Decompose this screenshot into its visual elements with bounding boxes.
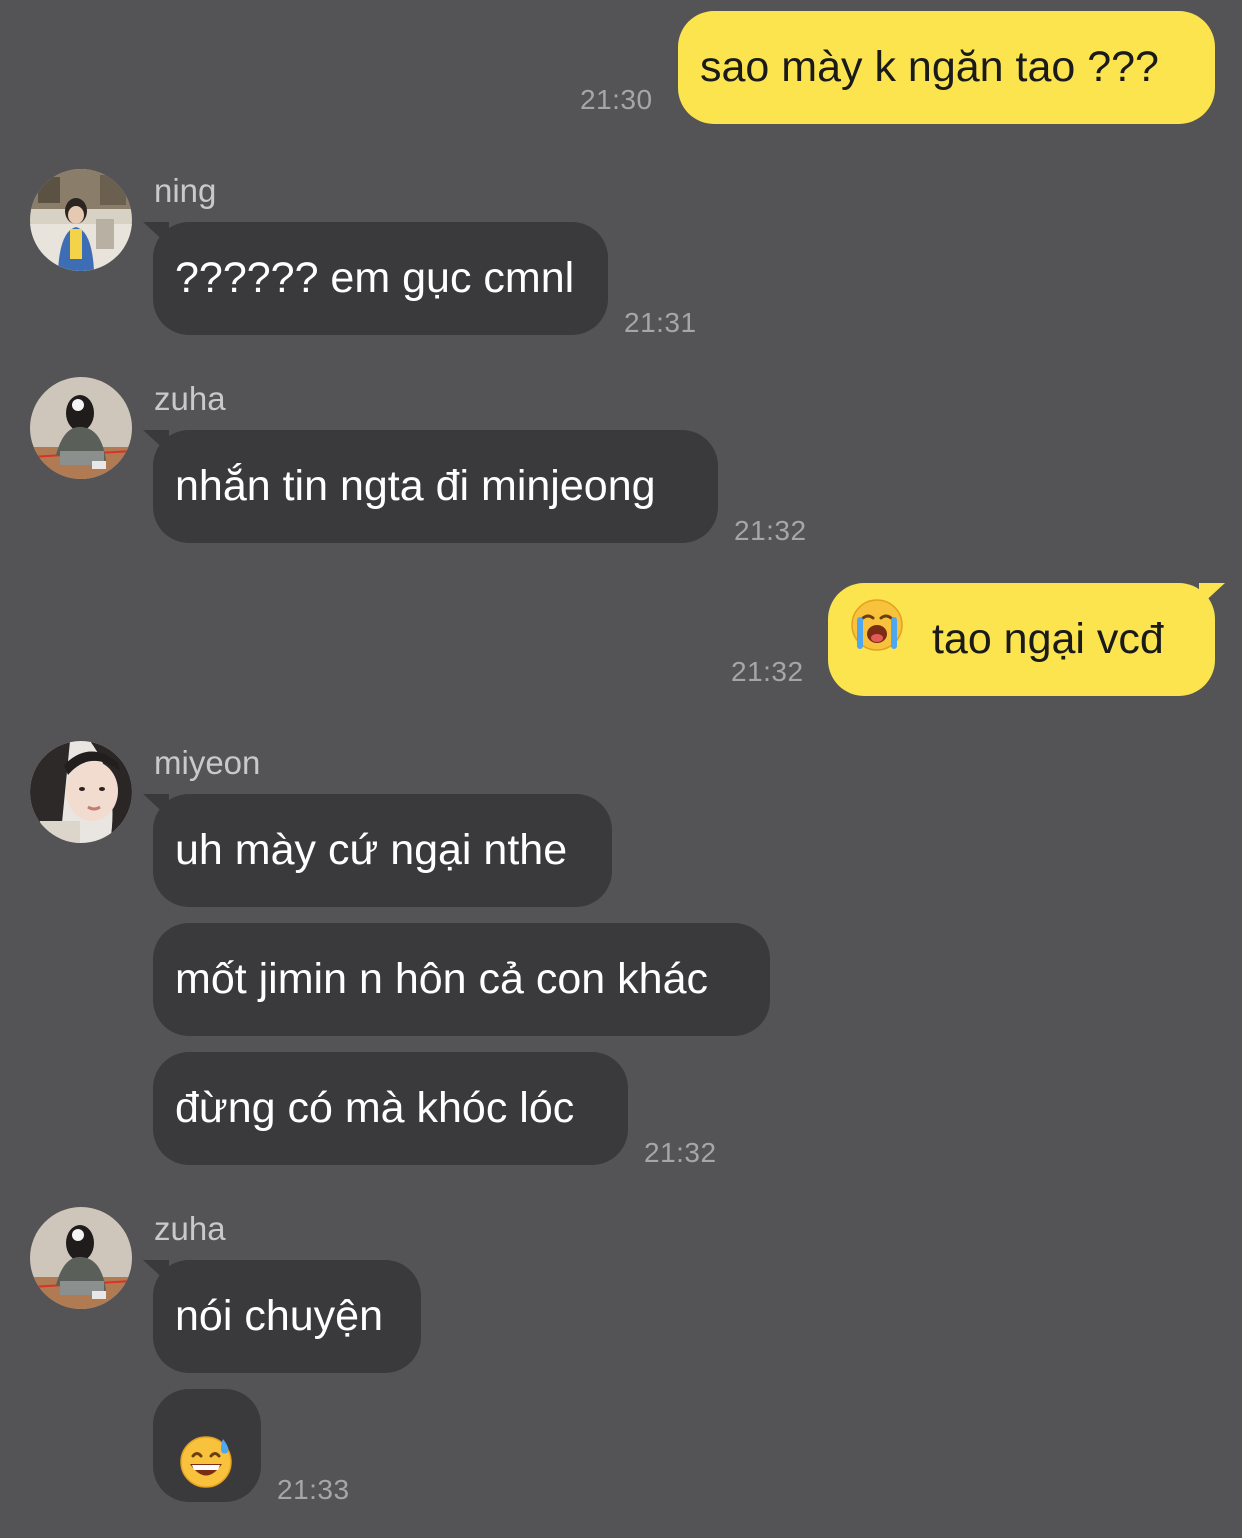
message-text: đừng có mà khóc lóc	[175, 1084, 575, 1132]
message-timestamp: 21:30	[580, 84, 653, 115]
message-text: nói chuyện	[175, 1292, 383, 1340]
message-bubble-received[interactable]: mốt jimin n hôn cả con khác	[153, 923, 770, 1036]
message-timestamp: 21:32	[734, 515, 807, 546]
sender-name: ning	[154, 172, 217, 209]
avatar-ning[interactable]	[30, 169, 132, 271]
bubble-tail	[143, 222, 169, 246]
message-bubble-sent[interactable]: sao mày k ngăn tao ???	[678, 11, 1215, 124]
bubble-tail	[1199, 583, 1225, 607]
message-bubble-received[interactable]: ?????? em gục cmnl	[143, 222, 608, 335]
bubble-tail	[143, 1260, 169, 1284]
avatar-zuha[interactable]	[30, 377, 132, 479]
bubble-tail	[143, 794, 169, 818]
message-timestamp: 21:32	[644, 1137, 717, 1168]
grinning-face-with-sweat-icon	[179, 1419, 233, 1532]
sender-name: miyeon	[154, 744, 261, 781]
avatar-miyeon[interactable]	[30, 741, 132, 843]
bubble-tail	[143, 430, 169, 454]
message-bubble-sent[interactable]: tao ngại vcđ	[828, 582, 1225, 696]
message-text: uh mày cứ ngại nthe	[175, 826, 568, 874]
message-timestamp: 21:33	[277, 1474, 350, 1505]
avatar-zuha[interactable]	[30, 1207, 132, 1309]
message-text: sao mày k ngăn tao ???	[700, 43, 1159, 91]
message-text: mốt jimin n hôn cả con khác	[175, 955, 708, 1003]
sender-name: zuha	[154, 380, 226, 417]
message-bubble-received[interactable]: đừng có mà khóc lóc	[153, 1052, 628, 1165]
message-bubble-received[interactable]: nói chuyện	[143, 1260, 421, 1373]
message-bubble-received[interactable]: uh mày cứ ngại nthe	[143, 794, 612, 907]
message-timestamp: 21:32	[731, 656, 804, 687]
message-text: tao ngại vcđ	[931, 615, 1164, 663]
message-timestamp: 21:31	[624, 307, 697, 338]
message-text: nhắn tin ngta đi minjeong	[175, 462, 656, 510]
sender-name: zuha	[154, 1210, 226, 1247]
loudly-crying-face-icon	[850, 582, 904, 695]
message-text: ?????? em gục cmnl	[175, 254, 575, 302]
message-bubble-received[interactable]	[153, 1389, 261, 1502]
message-bubble-received[interactable]: nhắn tin ngta đi minjeong	[143, 430, 718, 543]
